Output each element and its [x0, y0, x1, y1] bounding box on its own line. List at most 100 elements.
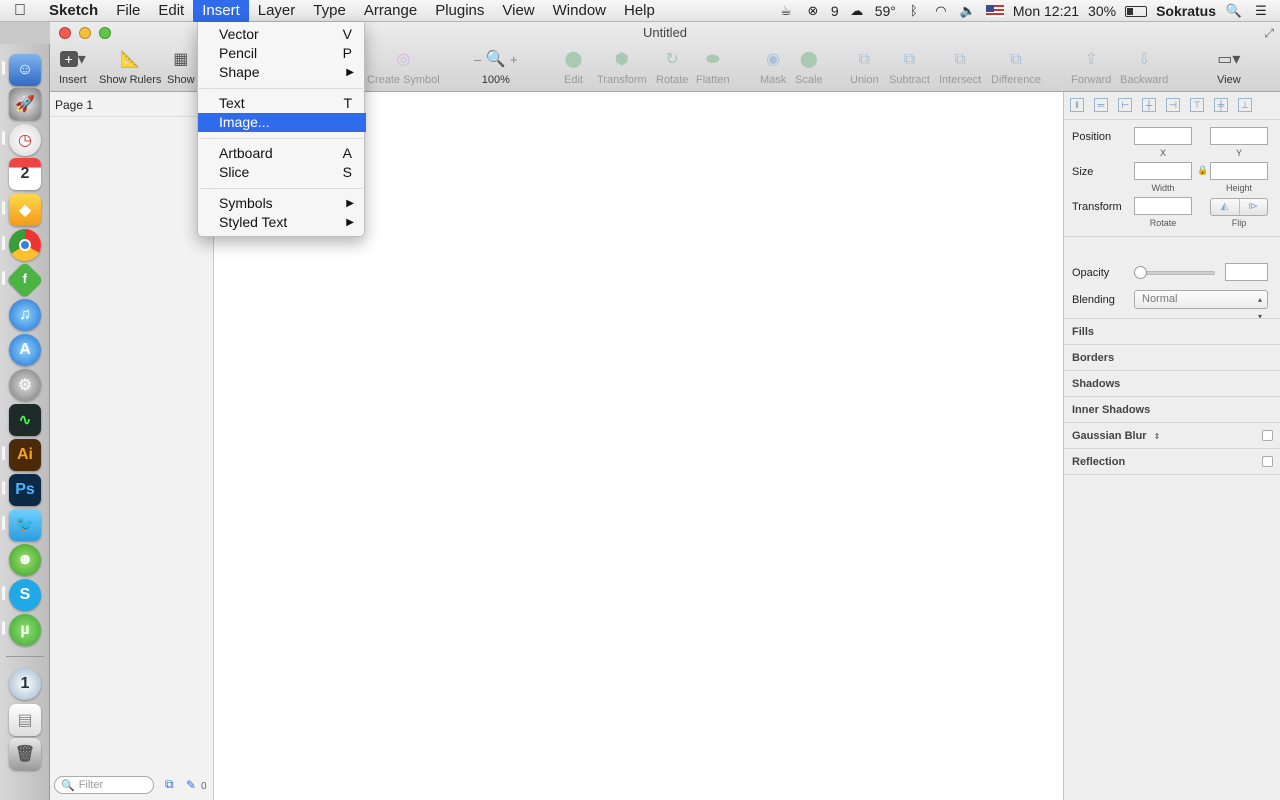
- calendar-icon[interactable]: 2: [9, 158, 41, 190]
- itunes-icon[interactable]: ♫: [9, 299, 41, 331]
- align-center-icon[interactable]: ┼: [1142, 98, 1156, 112]
- menu-item-artboard[interactable]: Artboard A: [198, 144, 366, 163]
- flatten-button[interactable]: ⬬ Flatten: [696, 50, 730, 86]
- apple-logo-icon[interactable]: : [0, 2, 40, 20]
- page-selector[interactable]: Page 1: [55, 98, 93, 112]
- align-left-icon[interactable]: ⊢: [1118, 98, 1132, 112]
- align-top-icon[interactable]: ⊤: [1190, 98, 1204, 112]
- menu-insert[interactable]: Insert: [193, 0, 249, 22]
- shadows-section[interactable]: Shadows: [1064, 371, 1280, 397]
- documents-folder-icon[interactable]: ▤: [9, 704, 41, 736]
- menu-item-vector[interactable]: Vector V: [198, 25, 366, 44]
- position-y-field[interactable]: [1210, 127, 1268, 145]
- height-field[interactable]: [1210, 162, 1268, 180]
- gaussian-blur-checkbox[interactable]: [1262, 430, 1273, 441]
- notification-list-icon[interactable]: ☰: [1252, 3, 1270, 19]
- subtract-button[interactable]: ⧉ Subtract: [889, 50, 930, 86]
- menu-item-shape[interactable]: Shape ▶: [198, 63, 366, 82]
- edit-button[interactable]: ⬤ Edit: [564, 50, 583, 86]
- weather-icon[interactable]: ☁: [848, 3, 866, 19]
- opacity-field[interactable]: [1225, 263, 1268, 281]
- menu-view[interactable]: View: [493, 0, 543, 22]
- chrome-icon[interactable]: [9, 229, 41, 261]
- notification-count[interactable]: 9: [831, 3, 839, 19]
- opacity-slider-knob[interactable]: [1134, 266, 1147, 279]
- position-x-field[interactable]: [1134, 127, 1192, 145]
- width-field[interactable]: [1134, 162, 1192, 180]
- distribute-horizontal-icon[interactable]: ‖: [1070, 98, 1084, 112]
- scale-button[interactable]: ⬤ Scale: [795, 50, 823, 86]
- clock-app-icon[interactable]: ◷: [9, 124, 41, 156]
- intersect-button[interactable]: ⧉ Intersect: [939, 50, 981, 86]
- pencil-icon[interactable]: ✎: [186, 778, 196, 792]
- menu-type[interactable]: Type: [304, 0, 355, 22]
- teapot-icon[interactable]: ☕: [777, 3, 795, 19]
- show-button[interactable]: ▦ Show: [167, 50, 195, 86]
- launchpad-icon[interactable]: 🚀: [9, 88, 41, 120]
- compass-icon[interactable]: ⊗: [804, 3, 822, 19]
- insert-tool-button[interactable]: + ▾ Insert: [59, 50, 87, 86]
- photoshop-icon[interactable]: Ps: [9, 474, 41, 506]
- adium-icon[interactable]: ☻: [9, 544, 41, 576]
- align-right-icon[interactable]: ⊣: [1166, 98, 1180, 112]
- zoom-in-button[interactable]: +: [510, 52, 518, 67]
- rotate-field[interactable]: [1134, 197, 1192, 215]
- illustrator-icon[interactable]: Ai: [9, 439, 41, 471]
- menu-plugins[interactable]: Plugins: [426, 0, 493, 22]
- union-button[interactable]: ⧉ Union: [850, 50, 879, 86]
- distribute-vertical-icon[interactable]: ═: [1094, 98, 1108, 112]
- borders-section[interactable]: Borders: [1064, 345, 1280, 371]
- menu-window[interactable]: Window: [544, 0, 615, 22]
- battery-icon[interactable]: [1125, 5, 1148, 17]
- forward-button[interactable]: ⇪ Forward: [1071, 50, 1111, 86]
- fullscreen-icon[interactable]: ⤢: [1264, 26, 1274, 41]
- transform-button[interactable]: ⬢ Transform: [597, 50, 647, 86]
- menu-item-symbols[interactable]: Symbols ▶: [198, 194, 366, 213]
- lock-icon[interactable]: 🔒: [1197, 165, 1208, 176]
- skype-icon[interactable]: S: [9, 579, 41, 611]
- rotate-button[interactable]: ↻ Rotate: [656, 50, 688, 86]
- menu-item-slice[interactable]: Slice S: [198, 163, 366, 182]
- flip-control[interactable]: ◭ ⧐: [1210, 198, 1268, 216]
- input-source-flag-icon[interactable]: [985, 5, 1004, 17]
- feedly-icon[interactable]: f: [6, 261, 44, 299]
- 1password-icon[interactable]: 1: [9, 668, 41, 700]
- activity-monitor-icon[interactable]: ∿: [9, 404, 41, 436]
- menu-file[interactable]: File: [107, 0, 149, 22]
- zoom-control[interactable]: – 🔍 + 100%: [474, 50, 518, 86]
- menu-item-text[interactable]: Text T: [198, 94, 366, 113]
- flip-horizontal-icon[interactable]: ◭: [1211, 199, 1240, 215]
- difference-button[interactable]: ⧉ Difference: [991, 50, 1041, 86]
- sketch-app-icon[interactable]: ◆: [9, 194, 41, 226]
- zoom-out-button[interactable]: –: [474, 52, 481, 67]
- duplicate-icon[interactable]: ⧉: [165, 777, 174, 792]
- user-name[interactable]: Sokratus: [1156, 3, 1216, 19]
- mask-button[interactable]: ◉ Mask: [760, 50, 786, 86]
- blur-type-arrows-icon[interactable]: ⇕: [1154, 432, 1161, 441]
- opacity-slider-track[interactable]: [1137, 271, 1215, 275]
- menu-layer[interactable]: Layer: [249, 0, 305, 22]
- reflection-section[interactable]: Reflection: [1064, 449, 1280, 475]
- backward-button[interactable]: ⇩ Backward: [1120, 50, 1168, 86]
- menu-arrange[interactable]: Arrange: [355, 0, 426, 22]
- view-button[interactable]: ▭▾ View: [1217, 50, 1241, 86]
- utorrent-icon[interactable]: µ: [9, 614, 41, 646]
- gaussian-blur-section[interactable]: Gaussian Blur ⇕: [1064, 423, 1280, 449]
- clock[interactable]: Mon 12:21: [1013, 3, 1079, 19]
- app-store-icon[interactable]: A: [9, 334, 41, 366]
- filter-input[interactable]: 🔍 Filter: [54, 776, 154, 794]
- create-symbol-button[interactable]: ◎ Create Symbol: [367, 50, 440, 86]
- spotlight-search-icon[interactable]: 🔍: [1225, 3, 1243, 19]
- system-preferences-icon[interactable]: ⚙: [9, 369, 41, 401]
- temperature[interactable]: 59°: [875, 3, 896, 19]
- finder-icon[interactable]: ☺: [9, 54, 41, 86]
- menu-edit[interactable]: Edit: [149, 0, 193, 22]
- align-middle-icon[interactable]: ╪: [1214, 98, 1228, 112]
- twitter-icon[interactable]: 🐦: [9, 509, 41, 541]
- flip-vertical-icon[interactable]: ⧐: [1240, 199, 1268, 215]
- wifi-icon[interactable]: ◠: [932, 3, 950, 19]
- menu-item-image[interactable]: Image...: [198, 113, 366, 132]
- bluetooth-icon[interactable]: ᛒ: [905, 3, 923, 19]
- volume-icon[interactable]: 🔈: [959, 3, 977, 19]
- inner-shadows-section[interactable]: Inner Shadows: [1064, 397, 1280, 423]
